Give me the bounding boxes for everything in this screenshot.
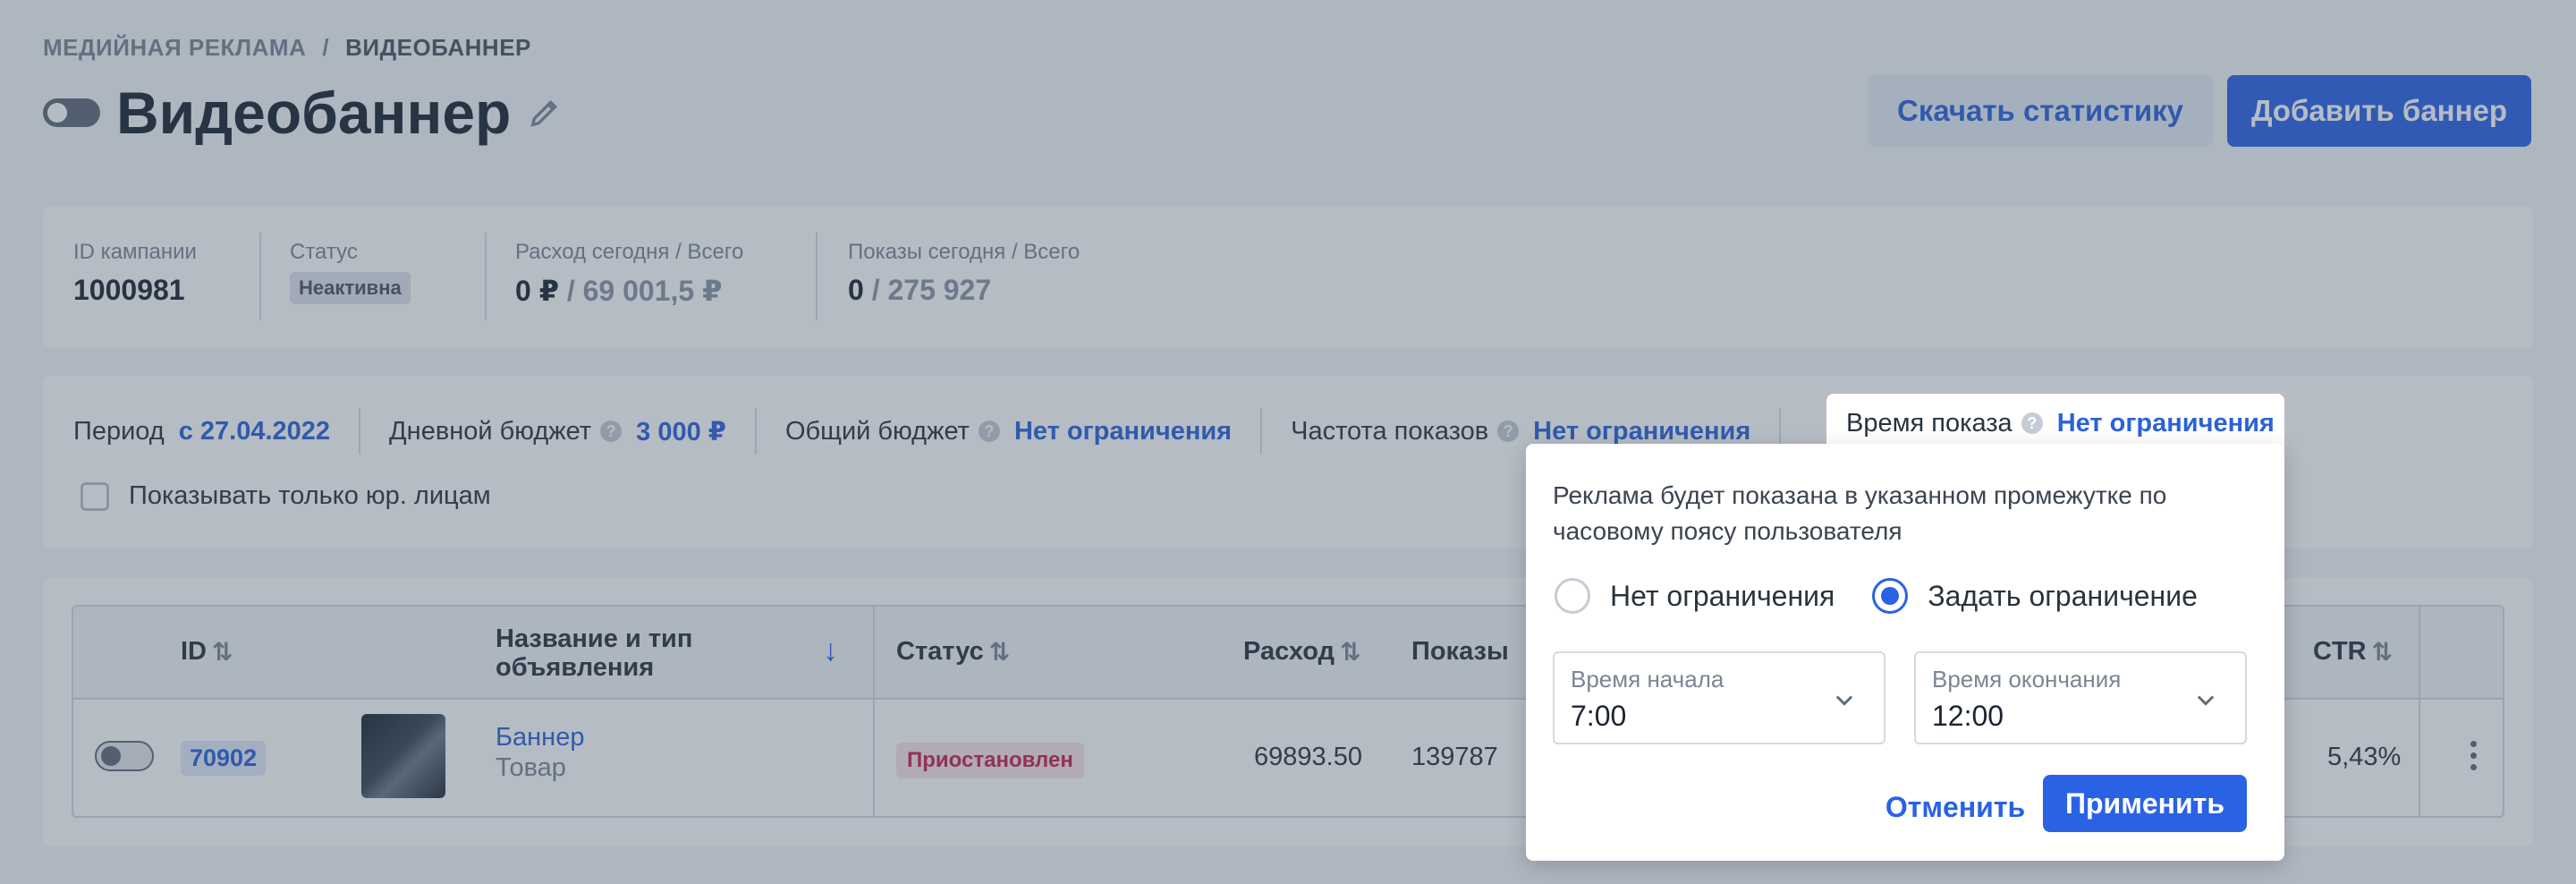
start-time-value: 7:00 [1571,700,1627,732]
popover-description: Реклама будет показана в указанном проме… [1553,481,2167,545]
chevron-down-icon [2197,695,2215,706]
apply-button[interactable]: Применить [2043,775,2247,832]
page: МЕДИЙНАЯ РЕКЛАМА / ВИДЕОБАННЕР Видеобанн… [0,0,2576,884]
start-time-select[interactable]: Время начала 7:00 [1553,651,1885,744]
end-time-select[interactable]: Время окончания 12:00 [1914,651,2247,744]
show-time-value-link[interactable]: Нет ограничения [2057,409,2275,438]
radio-set[interactable] [1872,578,1909,614]
radio-none-label: Нет ограничения [1610,579,1835,612]
radio-group: Нет ограничения Задать ограничение [1555,578,2198,614]
radio-option-none[interactable]: Нет ограничения [1555,578,1835,614]
start-time-label: Время начала [1571,666,1724,693]
cancel-button[interactable]: Отменить [1857,780,2054,834]
show-time-label: Время показа [1846,408,2012,438]
radio-set-label: Задать ограничение [1928,579,2198,612]
chevron-down-icon [1835,695,1853,706]
show-time-popover: Реклама будет показана в указанном проме… [1526,444,2284,861]
end-time-value: 12:00 [1932,700,2004,732]
help-icon[interactable]: ? [2021,412,2043,434]
end-time-label: Время окончания [1932,666,2122,693]
radio-option-set[interactable]: Задать ограничение [1872,578,2198,614]
radio-none[interactable] [1555,578,1590,614]
